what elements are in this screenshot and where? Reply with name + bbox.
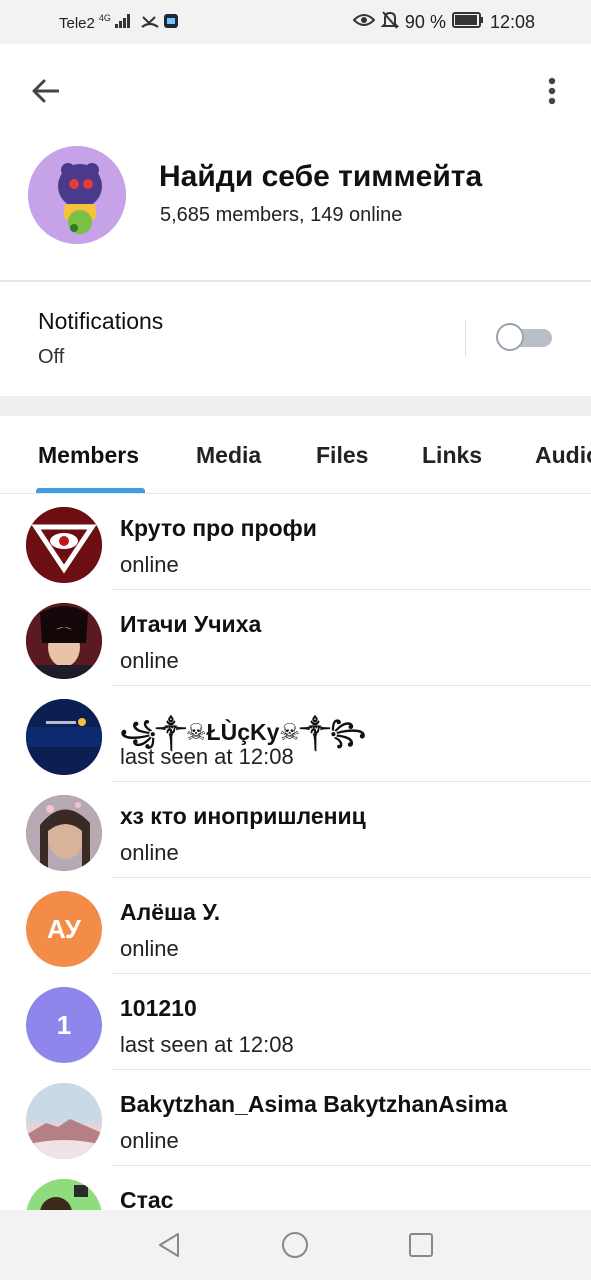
app-notification-icon: [163, 13, 179, 33]
member-name: Bakytzhan_Asima BakytzhanAsima: [120, 1091, 508, 1117]
avatar: [26, 795, 102, 871]
clock: 12:08: [489, 11, 535, 32]
eye-icon: [352, 12, 376, 33]
tab-media[interactable]: Media: [196, 442, 261, 469]
avatar-image: [26, 603, 102, 679]
avatar: [26, 1179, 102, 1210]
triangle-back-icon: [159, 1233, 179, 1257]
member-status: online: [120, 1128, 179, 1153]
member-name: Круто про профи: [120, 515, 317, 541]
nav-home-button[interactable]: [280, 1230, 310, 1260]
group-avatar-image: [28, 146, 126, 244]
notifications-toggle[interactable]: [496, 322, 552, 352]
member-name: Алёша У.: [120, 899, 221, 925]
member-status: last seen at 12:08: [120, 744, 294, 769]
circle-home-icon: [282, 1232, 308, 1258]
avatar-image: [26, 795, 102, 871]
group-member-count: 5,685 members, 149 online: [160, 204, 403, 226]
member-name: хз кто инопришлениц: [120, 803, 366, 829]
more-vertical-icon: [548, 77, 556, 105]
carrier-label: Tele2: [59, 14, 95, 32]
status-bar-right: 90 % 12:08: [352, 10, 535, 35]
list-item[interactable]: хз кто инопришлениц online: [0, 782, 591, 878]
group-avatar[interactable]: [28, 146, 126, 244]
active-tab-indicator: [36, 488, 145, 493]
status-bar: Tele2 4G 90 % 12:08: [0, 0, 591, 44]
avatar-initials: 1: [26, 987, 102, 1063]
battery-percent: 90 %: [404, 11, 446, 32]
member-status: online: [120, 552, 179, 577]
toggle-knob: [496, 323, 524, 351]
more-options-button[interactable]: [539, 72, 565, 110]
list-item[interactable]: АУ Алёша У. online: [0, 878, 591, 974]
avatar: [26, 1083, 102, 1159]
muted-bell-icon: [380, 10, 400, 35]
member-status: online: [120, 840, 179, 865]
avatar-image: [26, 1179, 102, 1210]
status-bar-left: Tele2 4G: [59, 13, 179, 33]
member-status: online: [120, 936, 179, 961]
nav-recents-button[interactable]: [406, 1230, 436, 1260]
member-name: 101210: [120, 995, 197, 1021]
signal-icon: [114, 14, 131, 32]
notifications-separator: [465, 320, 466, 356]
member-name: Итачи Учиха: [120, 611, 262, 637]
network-type: 4G: [98, 13, 111, 23]
list-item[interactable]: Bakytzhan_Asima BakytzhanAsima online: [0, 1070, 591, 1166]
tab-audio[interactable]: Audio: [535, 442, 591, 469]
avatar-image: [26, 1083, 102, 1159]
avatar-initials: АУ: [26, 891, 102, 967]
nav-back-button[interactable]: [154, 1230, 184, 1260]
notifications-row[interactable]: Notifications Off: [0, 282, 591, 396]
list-item[interactable]: 1 101210 last seen at 12:08: [0, 974, 591, 1070]
square-recents-icon: [409, 1233, 433, 1257]
shared-media-tabs: Members Media Files Links Audio: [0, 416, 591, 494]
notifications-value: Off: [38, 346, 65, 368]
list-item[interactable]: Стас: [0, 1166, 591, 1210]
system-nav-bar: [0, 1210, 591, 1280]
tab-files[interactable]: Files: [316, 442, 368, 469]
arrow-left-icon: [32, 79, 59, 103]
avatar: [26, 603, 102, 679]
member-status: online: [120, 648, 179, 673]
notifications-label: Notifications: [38, 308, 164, 334]
avatar-image: [26, 699, 102, 775]
tab-members[interactable]: Members: [38, 442, 139, 469]
members-list: Круто про профи online Итачи Учиха onlin…: [0, 494, 591, 1210]
list-item[interactable]: ꧁༒☠ŁÙçKу☠༒꧂ last seen at 12:08: [0, 686, 591, 782]
group-title: Найди себе тиммейта: [159, 160, 483, 193]
member-status: last seen at 12:08: [120, 1032, 294, 1057]
avatar: [26, 699, 102, 775]
list-item[interactable]: Круто про профи online: [0, 494, 591, 590]
back-button[interactable]: [26, 72, 64, 110]
tab-links[interactable]: Links: [422, 442, 482, 469]
missed-call-icon: [141, 13, 159, 33]
list-item[interactable]: Итачи Учиха online: [0, 590, 591, 686]
battery-icon: [451, 11, 484, 33]
section-gap: [0, 396, 591, 416]
member-name: Стас: [120, 1187, 174, 1210]
avatar: [26, 507, 102, 583]
avatar-image: [26, 507, 102, 583]
chat-profile-header: Найди себе тиммейта 5,685 members, 149 o…: [0, 44, 591, 280]
